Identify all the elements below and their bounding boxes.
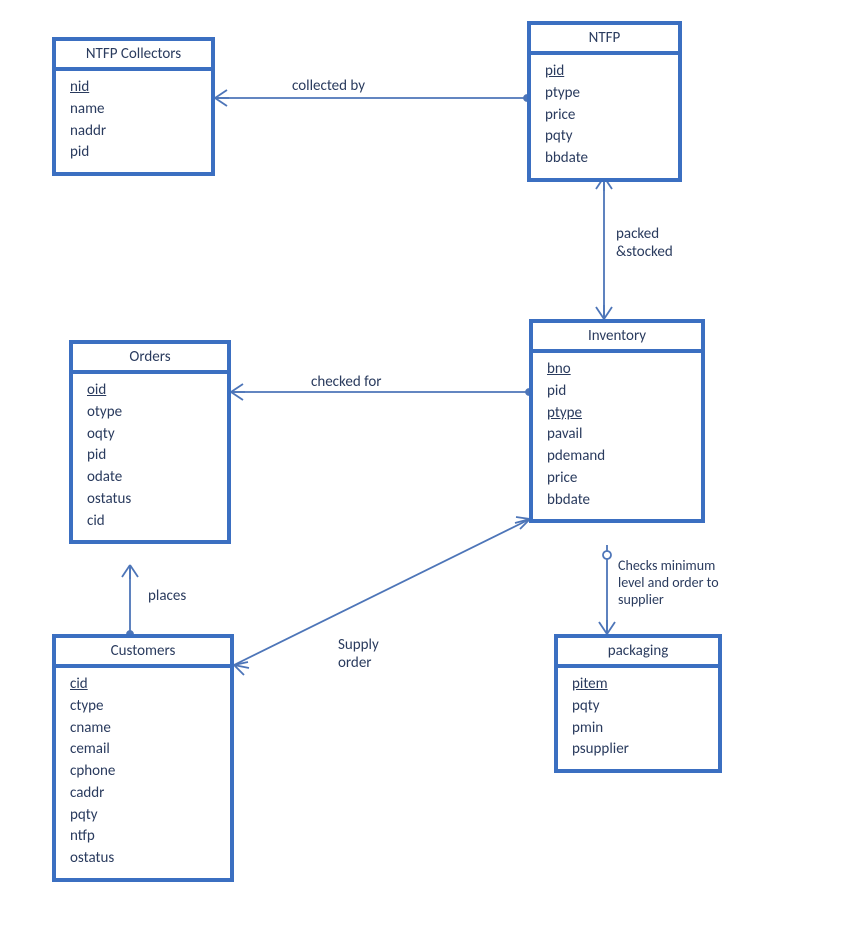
attr: oqty: [87, 424, 217, 446]
attr: cid: [70, 674, 220, 696]
entity-packaging: packaging pitem pqty pmin psupplier: [554, 634, 722, 773]
attr: naddr: [70, 121, 201, 143]
rel-supply-order: Supply order: [338, 636, 379, 672]
attr: bbdate: [545, 148, 668, 170]
attr: pid: [87, 445, 217, 467]
entity-ntfp-collectors: NTFP Collectors nid name naddr pid: [52, 37, 215, 176]
attr: caddr: [70, 783, 220, 805]
attr: cemail: [70, 739, 220, 761]
attr: pdemand: [547, 446, 691, 468]
entity-title: NTFP Collectors: [56, 41, 211, 71]
entity-title: Orders: [73, 344, 227, 374]
entity-title: NTFP: [531, 25, 678, 55]
attr: ctype: [70, 696, 220, 718]
attr: ptype: [547, 403, 691, 425]
entity-attrs: nid name naddr pid: [56, 71, 211, 172]
entity-customers: Customers cid ctype cname cemail cphone …: [52, 634, 234, 882]
attr: price: [547, 468, 691, 490]
attr: pmin: [572, 718, 708, 740]
attr: ostatus: [87, 489, 217, 511]
rel-collected-by: collected by: [292, 77, 365, 95]
entity-title: Customers: [56, 638, 230, 668]
attr: bno: [547, 359, 691, 381]
attr: price: [545, 105, 668, 127]
attr: odate: [87, 467, 217, 489]
attr: pavail: [547, 424, 691, 446]
entity-attrs: pid ptype price pqty bbdate: [531, 55, 678, 178]
attr: pqty: [572, 696, 708, 718]
attr: oid: [87, 380, 217, 402]
entity-orders: Orders oid otype oqty pid odate ostatus …: [69, 340, 231, 544]
attr: bbdate: [547, 490, 691, 512]
attr: pid: [70, 142, 201, 164]
attr: ptype: [545, 83, 668, 105]
entity-attrs: cid ctype cname cemail cphone caddr pqty…: [56, 668, 230, 878]
entity-attrs: oid otype oqty pid odate ostatus cid: [73, 374, 227, 540]
attr: cid: [87, 511, 217, 533]
attr: psupplier: [572, 739, 708, 761]
entity-title: packaging: [558, 638, 718, 668]
attr: otype: [87, 402, 217, 424]
entity-inventory: Inventory bno pid ptype pavail pdemand p…: [529, 319, 705, 523]
entity-attrs: bno pid ptype pavail pdemand price bbdat…: [533, 353, 701, 519]
rel-checks-min: Checks minimum level and order to suppli…: [618, 558, 719, 608]
attr: pitem: [572, 674, 708, 696]
rel-places: places: [148, 587, 186, 605]
er-diagram-canvas: NTFP Collectors nid name naddr pid NTFP …: [0, 0, 850, 945]
attr: pqty: [70, 805, 220, 827]
entity-title: Inventory: [533, 323, 701, 353]
entity-ntfp: NTFP pid ptype price pqty bbdate: [527, 21, 682, 182]
attr: pqty: [545, 126, 668, 148]
attr: cphone: [70, 761, 220, 783]
rel-packed-stocked: packed &stocked: [616, 225, 673, 261]
attr: nid: [70, 77, 201, 99]
rel-checked-for: checked for: [311, 373, 382, 391]
attr: name: [70, 99, 201, 121]
attr: cname: [70, 718, 220, 740]
entity-attrs: pitem pqty pmin psupplier: [558, 668, 718, 769]
attr: ostatus: [70, 848, 220, 870]
attr: pid: [545, 61, 668, 83]
attr: ntfp: [70, 826, 220, 848]
attr: pid: [547, 381, 691, 403]
